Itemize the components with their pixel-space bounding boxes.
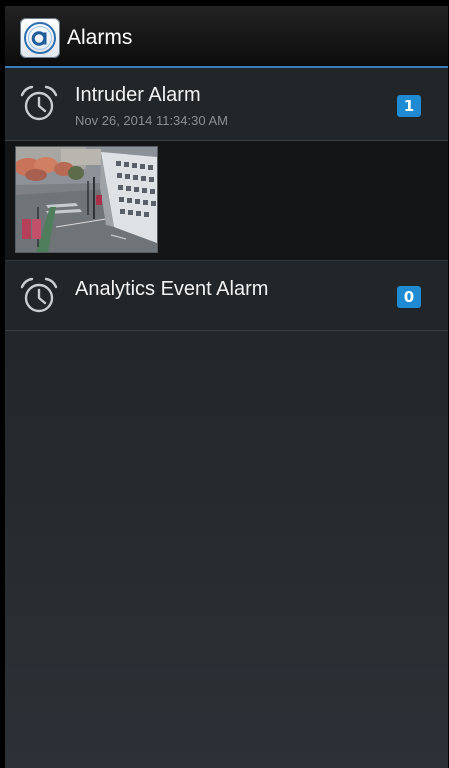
- alarm-count-badge: 0: [397, 286, 421, 308]
- alarm-timestamp: Nov 26, 2014 11:34:30 AM: [75, 113, 228, 128]
- alarm-snapshot-panel: [5, 141, 448, 261]
- alarm-item-analytics[interactable]: Analytics Event Alarm 0: [5, 261, 448, 331]
- alarm-title: Analytics Event Alarm: [75, 278, 269, 300]
- page-title: Alarms: [67, 26, 133, 49]
- phone-screen: Alarms Intruder Alarm Nov 26, 2014 11:34…: [0, 0, 449, 768]
- alarm-clock-icon: [19, 276, 59, 316]
- camera-snapshot-thumbnail[interactable]: [15, 146, 158, 253]
- alarm-clock-icon: [19, 84, 59, 124]
- app-logo-icon[interactable]: [20, 18, 60, 58]
- alarm-count-badge: 1: [397, 95, 421, 117]
- alarms-app: Alarms Intruder Alarm Nov 26, 2014 11:34…: [5, 6, 448, 768]
- alarm-item-intruder[interactable]: Intruder Alarm Nov 26, 2014 11:34:30 AM …: [5, 68, 448, 141]
- alarm-title: Intruder Alarm: [75, 84, 201, 106]
- action-bar: Alarms: [5, 6, 448, 68]
